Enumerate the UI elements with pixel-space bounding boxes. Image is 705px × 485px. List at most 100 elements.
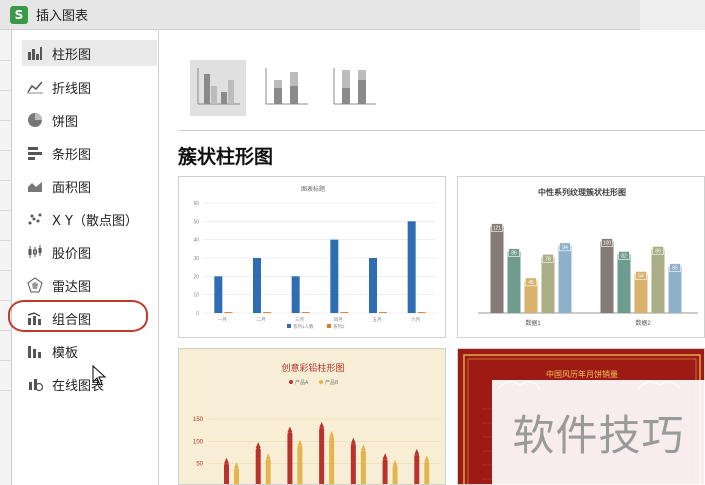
sidebar-item-label: 雷达图 — [52, 279, 92, 295]
bar — [340, 312, 349, 313]
legend-marker — [319, 380, 323, 384]
chart-card-neutral-texture[interactable]: 中性系列纹理簇状柱形图 121 86 45 78 94 数据1 100 82 54 89 65 数据2 — [457, 176, 705, 338]
column-chart-icon — [26, 45, 44, 61]
subtype-percent-stacked-column[interactable] — [326, 60, 382, 116]
sidebar-item-label: 模板 — [52, 345, 79, 361]
bar — [634, 274, 648, 313]
pencil-tip — [392, 459, 398, 466]
pencil-bar — [287, 432, 293, 484]
chart-card-basic[interactable]: 图表标题 0 10 20 30 40 50 60 一月 二月 三月 四月 五月 六月 系列1人数 系列2 — [178, 176, 446, 338]
sidebar-item-bar[interactable]: 条形图 — [22, 140, 157, 166]
legend-label: 产品A — [295, 379, 309, 386]
pencil-bar — [414, 454, 420, 484]
data-label: 121 — [493, 226, 502, 232]
pencil-tip — [382, 453, 388, 460]
pencil-bar — [297, 445, 303, 484]
subtype-clustered-column[interactable] — [190, 60, 246, 116]
bar — [407, 221, 416, 313]
pencil-tip — [350, 437, 356, 444]
data-label: 86 — [511, 251, 517, 257]
sidebar-item-label: 折线图 — [52, 81, 92, 97]
data-label: 89 — [655, 248, 661, 254]
sidebar-item-online[interactable]: 在线图表 — [22, 371, 157, 397]
bar — [651, 249, 665, 313]
basic-column-chart: 图表标题 0 10 20 30 40 50 60 一月 二月 三月 四月 五月 六月系列1人数 系列2 — [193, 185, 435, 330]
section-title: 簇状柱形图 — [178, 146, 274, 168]
sidebar-item-label: 组合图 — [52, 312, 92, 328]
bar — [617, 254, 631, 313]
sidebar-item-line[interactable]: 折线图 — [22, 74, 157, 100]
legend-label: 系列1人数 — [293, 323, 314, 330]
pencil-bar — [329, 436, 335, 484]
bar — [224, 312, 233, 313]
x-tick-label: 数据2 — [635, 319, 651, 327]
legend-label: 系列2 — [333, 323, 345, 330]
bar — [253, 258, 261, 313]
sidebar-item-column[interactable]: 柱形图 — [22, 40, 157, 66]
sidebar-item-label: 饼图 — [52, 114, 79, 130]
sidebar-item-area[interactable]: 面积图 — [22, 173, 157, 199]
pencil-bar — [350, 443, 356, 484]
template-icon — [26, 343, 44, 359]
watermark-text: 软件技巧 — [492, 380, 705, 485]
bar-chart-icon — [26, 145, 44, 161]
pencil-tip — [224, 457, 229, 464]
dialog-titlebar: S 插入图表 — [0, 0, 705, 30]
chart-title: 中国风历年月饼销量 — [546, 369, 618, 379]
pencil-tip — [414, 448, 420, 455]
pencil-bar — [224, 463, 229, 484]
x-tick-label: 数据1 — [525, 319, 541, 327]
chart-title: 创意彩铅柱形图 — [281, 362, 344, 373]
sidebar-item-radar[interactable]: 雷达图 — [22, 272, 157, 298]
pencil-tip — [234, 462, 239, 469]
x-tick-label: 四月 — [334, 317, 343, 323]
area-chart-icon — [26, 178, 44, 194]
y-tick-label: 20 — [193, 274, 199, 280]
sidebar-item-scatter[interactable]: X Y（散点图） — [22, 206, 157, 232]
bar — [330, 239, 339, 313]
x-tick-label: 二月 — [257, 317, 266, 323]
pencil-bar — [234, 468, 239, 484]
data-label: 45 — [528, 280, 534, 286]
pencil-tip — [265, 453, 271, 460]
chart-card-color-pencil[interactable]: 创意彩铅柱形图产品A产品B050100150 — [178, 348, 446, 485]
pencil-tip — [329, 430, 335, 437]
sidebar-item-label: 柱形图 — [52, 47, 92, 63]
x-tick-label: 六月 — [411, 316, 420, 323]
subtype-stacked-column[interactable] — [258, 60, 314, 116]
section-divider — [178, 130, 705, 131]
pencil-bar — [265, 459, 271, 484]
stacked-column-icon — [264, 66, 308, 110]
y-tick-label: 50 — [193, 219, 199, 225]
pencil-tip — [360, 444, 366, 451]
bar — [369, 258, 377, 313]
radar-chart-icon — [26, 277, 44, 293]
bar — [417, 312, 426, 313]
pencil-bar — [255, 448, 261, 484]
bar — [507, 251, 521, 313]
data-label: 78 — [545, 256, 551, 262]
pie-chart-icon — [26, 112, 44, 128]
bar — [291, 276, 300, 313]
data-label: 94 — [562, 245, 568, 251]
pencil-bar — [424, 461, 430, 484]
sidebar-item-label: 股价图 — [52, 246, 92, 262]
percent-stacked-column-icon — [332, 66, 376, 110]
pencil-tip — [319, 421, 325, 428]
legend-marker — [289, 380, 293, 384]
y-tick-label: 60 — [193, 201, 199, 207]
scatter-chart-icon — [26, 211, 44, 227]
sidebar-item-label: X Y（散点图） — [52, 213, 138, 229]
titlebar-right-area — [640, 0, 705, 30]
sidebar-item-stock[interactable]: 股价图 — [22, 239, 157, 265]
background-spreadsheet-strip — [0, 30, 12, 485]
data-label: 54 — [638, 273, 644, 279]
sidebar-item-pie[interactable]: 饼图 — [22, 107, 157, 133]
pencil-bar — [382, 459, 388, 484]
pencil-tip — [424, 455, 430, 462]
sidebar-item-combo[interactable]: 组合图 — [22, 305, 157, 331]
legend-swatch — [327, 324, 331, 328]
sidebar-item-template[interactable]: 模板 — [22, 338, 157, 364]
pencil-bar — [392, 465, 398, 484]
chart-title: 图表标题 — [301, 185, 325, 193]
